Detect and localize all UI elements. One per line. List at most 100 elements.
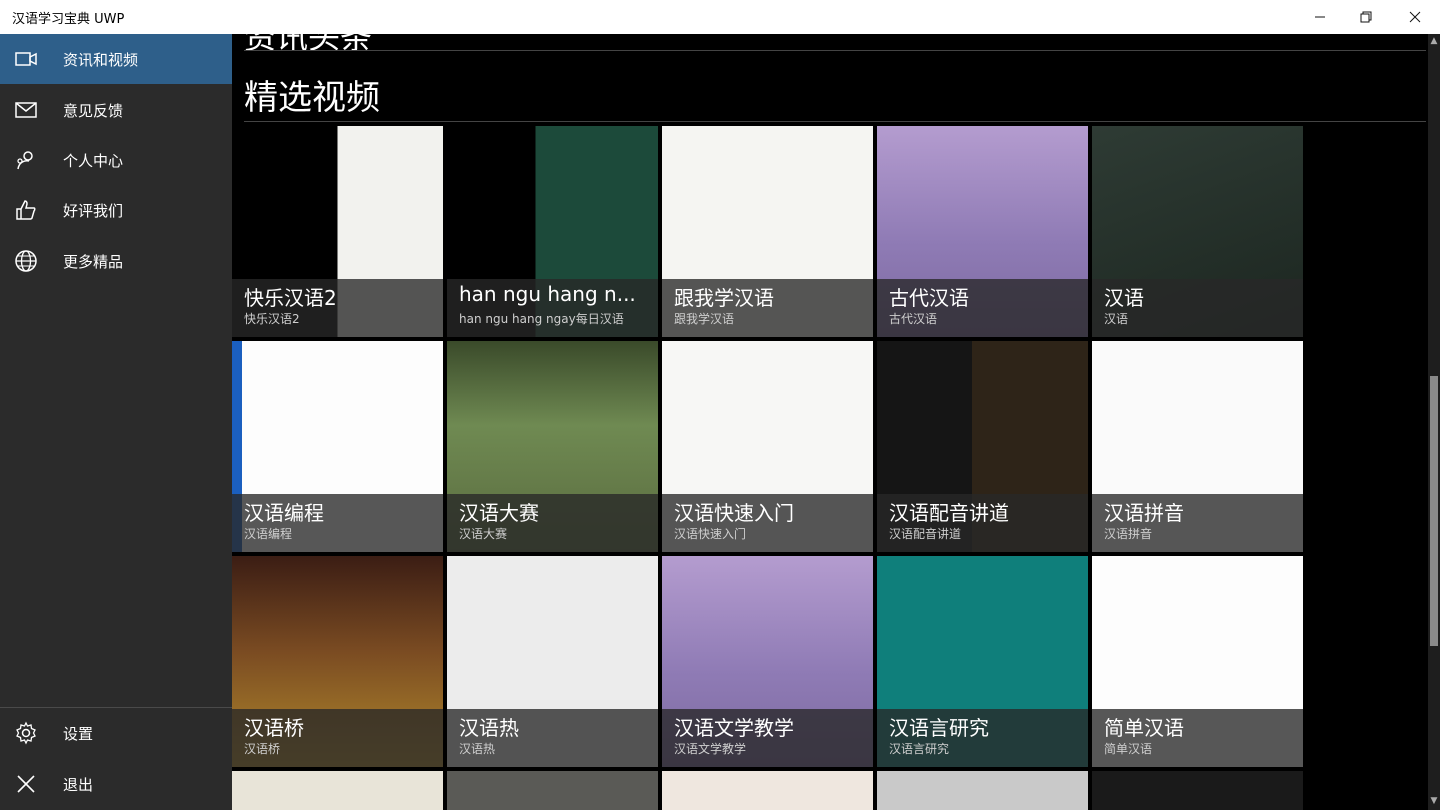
video-subtitle: 汉语言研究: [889, 742, 950, 756]
video-tile[interactable]: 汉语大赛 汉语大赛: [447, 341, 658, 552]
video-caption: 汉语桥 汉语桥: [232, 709, 443, 767]
video-subtitle: 古代汉语: [889, 312, 938, 326]
sidebar-item-news-video[interactable]: 资讯和视频: [0, 34, 232, 84]
video-caption: 汉语 汉语: [1092, 279, 1303, 337]
sidebar-item-feedback[interactable]: 意见反馈: [0, 85, 232, 135]
video-caption: 跟我学汉语 跟我学汉语: [662, 279, 873, 337]
mail-icon: [15, 102, 37, 118]
video-subtitle: 快乐汉语2: [244, 312, 300, 326]
video-caption: 汉语拼音 汉语拼音: [1092, 494, 1303, 552]
close-icon: [1409, 11, 1421, 23]
video-subtitle: 汉语配音讲道: [889, 527, 962, 541]
video-camera-icon: [15, 52, 37, 66]
close-window-button[interactable]: [1392, 0, 1438, 34]
gear-icon: [16, 721, 36, 745]
main-content: 资讯头条 精选视频 快乐汉语2 快乐汉语2 han ngu hang n... …: [232, 34, 1440, 810]
video-caption: 汉语文学教学 汉语文学教学: [662, 709, 873, 767]
video-tile[interactable]: 汉语文学教学 汉语文学教学: [662, 556, 873, 767]
video-title: 跟我学汉语: [674, 286, 774, 310]
video-title: 汉语快速入门: [674, 501, 794, 525]
video-title: han ngu hang n...: [459, 282, 636, 306]
video-tile[interactable]: 汉语言研究 汉语言研究: [877, 556, 1088, 767]
window-title: 汉语学习宝典 UWP: [12, 12, 125, 27]
video-tile[interactable]: 汉语热 汉语热: [447, 556, 658, 767]
video-title: 古代汉语: [889, 286, 969, 310]
video-caption: 汉语热 汉语热: [447, 709, 658, 767]
vertical-scrollbar[interactable]: ▲ ▼: [1428, 34, 1440, 810]
video-subtitle: 汉语: [1104, 312, 1129, 326]
sidebar-item-label: 更多精品: [63, 253, 124, 271]
title-bar: 汉语学习宝典 UWP: [0, 0, 1440, 34]
restore-icon: [1360, 11, 1372, 23]
video-tile[interactable]: 汉语配音讲道 汉语配音讲道: [877, 341, 1088, 552]
video-tile[interactable]: 古代汉语 古代汉语: [877, 126, 1088, 337]
video-tile[interactable]: [1092, 771, 1303, 810]
video-title: 汉语大赛: [459, 501, 539, 525]
video-tile[interactable]: [447, 771, 658, 810]
sidebar-item-label: 退出: [63, 776, 94, 794]
sidebar-item-settings[interactable]: 设置: [0, 708, 232, 758]
video-tile[interactable]: 简单汉语 简单汉语: [1092, 556, 1303, 767]
video-caption: 汉语言研究 汉语言研究: [877, 709, 1088, 767]
scroll-up-arrow[interactable]: ▲: [1428, 36, 1440, 48]
video-subtitle: 汉语快速入门: [674, 527, 747, 541]
sidebar-item-label: 资讯和视频: [63, 51, 139, 69]
video-tile[interactable]: [662, 771, 873, 810]
sidebar-item-label: 个人中心: [63, 152, 124, 170]
sidebar-item-label: 好评我们: [63, 202, 124, 220]
video-title: 汉语拼音: [1104, 501, 1184, 525]
video-caption: 汉语大赛 汉语大赛: [447, 494, 658, 552]
video-caption: 汉语编程 汉语编程: [232, 494, 443, 552]
video-tile[interactable]: 汉语拼音 汉语拼音: [1092, 341, 1303, 552]
minimize-icon: [1315, 16, 1325, 18]
video-subtitle: 汉语热: [459, 742, 496, 756]
video-caption: 快乐汉语2 快乐汉语2: [232, 279, 443, 337]
divider: [244, 50, 1426, 51]
sidebar-item-exit[interactable]: 退出: [0, 759, 232, 809]
video-subtitle: 汉语桥: [244, 742, 281, 756]
video-subtitle: han ngu hang ngay每日汉语: [459, 312, 624, 326]
video-tile[interactable]: 汉语桥 汉语桥: [232, 556, 443, 767]
video-subtitle: 简单汉语: [1104, 742, 1153, 756]
video-tile[interactable]: 汉语 汉语: [1092, 126, 1303, 337]
minimize-button[interactable]: [1297, 0, 1343, 34]
sidebar-item-label: 意见反馈: [63, 102, 124, 120]
video-title: 快乐汉语2: [244, 286, 337, 310]
sidebar-item-rate-us[interactable]: 好评我们: [0, 185, 232, 235]
sidebar: 资讯和视频 意见反馈 个人中心 好评我们 更多精品 设置 退出: [0, 34, 232, 810]
scroll-down-arrow[interactable]: ▼: [1428, 796, 1440, 808]
video-tile[interactable]: 快乐汉语2 快乐汉语2: [232, 126, 443, 337]
sidebar-item-more-apps[interactable]: 更多精品: [0, 236, 232, 286]
restore-button[interactable]: [1343, 0, 1389, 34]
video-caption: 汉语配音讲道 汉语配音讲道: [877, 494, 1088, 552]
video-subtitle: 跟我学汉语: [674, 312, 735, 326]
video-title: 汉语编程: [244, 501, 324, 525]
video-caption: han ngu hang n... han ngu hang ngay每日汉语: [447, 279, 658, 337]
globe-icon: [15, 250, 37, 272]
video-tile[interactable]: [232, 771, 443, 810]
video-caption: 古代汉语 古代汉语: [877, 279, 1088, 337]
video-tile[interactable]: [877, 771, 1088, 810]
video-tile[interactable]: 跟我学汉语 跟我学汉语: [662, 126, 873, 337]
scroll-thumb[interactable]: [1430, 376, 1438, 646]
sidebar-item-label: 设置: [63, 725, 94, 743]
video-title: 汉语热: [459, 716, 519, 740]
video-title: 汉语: [1104, 286, 1144, 310]
video-title: 汉语桥: [244, 716, 304, 740]
previous-section-heading: 资讯头条: [244, 34, 373, 56]
video-title: 汉语文学教学: [674, 716, 794, 740]
video-tile[interactable]: 汉语编程 汉语编程: [232, 341, 443, 552]
video-tile[interactable]: han ngu hang n... han ngu hang ngay每日汉语: [447, 126, 658, 337]
divider: [244, 121, 1426, 122]
video-caption: 汉语快速入门 汉语快速入门: [662, 494, 873, 552]
video-title: 汉语言研究: [889, 716, 989, 740]
sidebar-item-profile[interactable]: 个人中心: [0, 135, 232, 185]
person-icon: [17, 151, 33, 170]
video-tile[interactable]: 汉语快速入门 汉语快速入门: [662, 341, 873, 552]
video-caption: 简单汉语 简单汉语: [1092, 709, 1303, 767]
thumbs-up-icon: [16, 200, 36, 220]
video-title: 简单汉语: [1104, 716, 1184, 740]
video-subtitle: 汉语编程: [244, 527, 293, 541]
video-subtitle: 汉语文学教学: [674, 742, 747, 756]
close-icon: [17, 775, 35, 793]
